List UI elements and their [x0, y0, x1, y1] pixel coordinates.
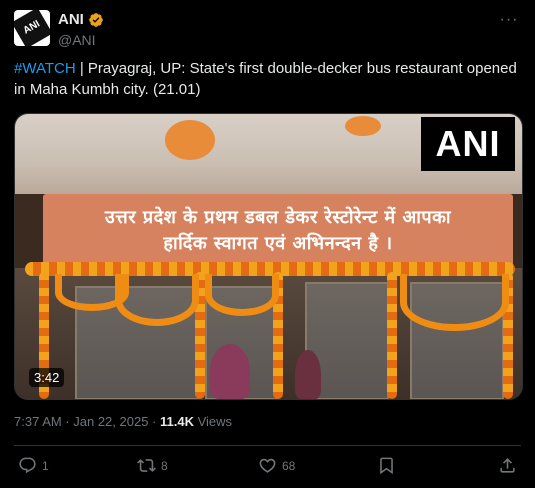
retweet-button[interactable]: 8: [137, 456, 168, 475]
avatar-logo: ANI: [14, 10, 50, 46]
retweet-count: 8: [161, 458, 168, 473]
timestamp-link[interactable]: 7:37 AM · Jan 22, 2025: [14, 414, 148, 429]
meta-separator: ·: [148, 414, 160, 429]
hashtag-link[interactable]: #WATCH: [14, 60, 76, 77]
decoration-lantern: [165, 120, 215, 160]
share-button[interactable]: [498, 456, 517, 475]
bookmark-button[interactable]: [377, 456, 396, 475]
reply-count: 1: [42, 458, 49, 473]
author-info: ANI @ANI: [58, 11, 104, 49]
banner-line-1: उत्तर प्रदेश के प्रथम डबल डेकर रेस्टोरेन…: [104, 207, 452, 228]
video-duration: 3:42: [29, 368, 65, 387]
display-name-row[interactable]: ANI: [58, 11, 104, 29]
garland-swag: [115, 274, 199, 326]
reply-icon: [19, 457, 36, 474]
garland-swag: [400, 274, 509, 331]
video-player[interactable]: उत्तर प्रदेश के प्रथम डबल डेकर रेस्टोरेन…: [14, 113, 523, 400]
welcome-banner: उत्तर प्रदेश के प्रथम डबल डेकर रेस्टोरेन…: [43, 194, 513, 268]
retweet-icon: [137, 459, 156, 472]
share-icon: [500, 458, 515, 473]
decoration-lantern: [345, 116, 381, 136]
person-figure: [210, 344, 250, 399]
like-count: 68: [282, 458, 296, 473]
views-count: 11.4K: [160, 414, 194, 429]
banner-line-2: हार्दिक स्वागत एवं अभिनन्दन है ।: [163, 233, 393, 254]
garland-swag: [205, 274, 279, 316]
tweet-header: ANI ANI @ANI ···: [14, 10, 521, 50]
reply-button[interactable]: 1: [18, 456, 49, 475]
views-label: Views: [193, 414, 233, 429]
heart-icon: [259, 458, 276, 473]
bookmark-icon: [380, 457, 393, 475]
tweet-meta: 7:37 AM · Jan 22, 2025 · 11.4K Views: [14, 414, 232, 429]
ani-watermark: ANI: [421, 117, 515, 171]
tweet-text: #WATCH | Prayagraj, UP: State's first do…: [14, 58, 519, 100]
display-name[interactable]: ANI: [58, 11, 84, 29]
tweet-body: | Prayagraj, UP: State's first double-de…: [14, 60, 517, 98]
action-bar: 1 8 68: [14, 456, 521, 478]
verified-badge-icon: [89, 13, 103, 27]
handle[interactable]: @ANI: [58, 31, 104, 49]
person-figure: [295, 350, 321, 399]
more-options-icon[interactable]: ···: [499, 12, 519, 28]
marigold-garland: [387, 272, 397, 399]
avatar[interactable]: ANI: [14, 10, 50, 46]
divider: [14, 445, 521, 446]
like-button[interactable]: 68: [258, 456, 295, 475]
